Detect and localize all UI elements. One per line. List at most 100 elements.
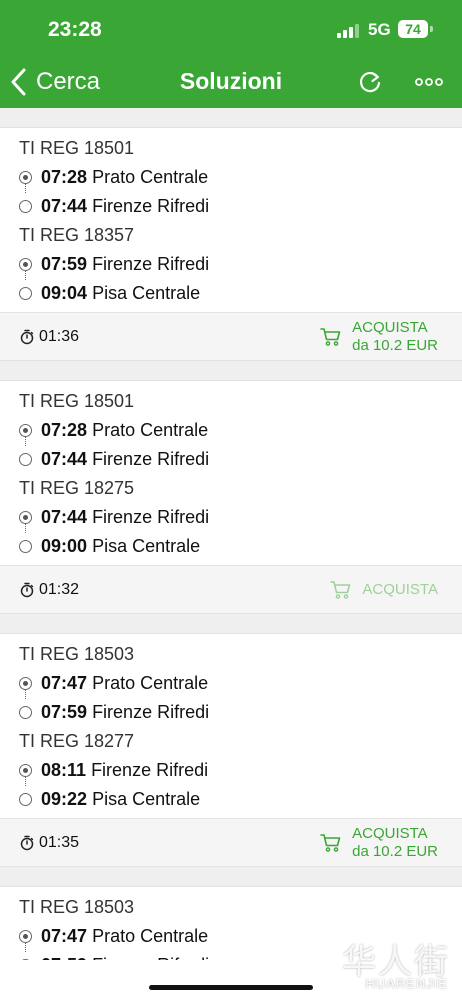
- refresh-icon: [360, 71, 381, 93]
- legs: TI REG 18501 07:28 Prato Centrale 07:44 Fi…: [0, 128, 462, 308]
- app-header: 23:28 5G 74 Cerca Soluzioni: [0, 0, 462, 108]
- arrival-dot: [19, 287, 32, 300]
- legs: TI REG 1850307:47 Prato Centrale07:59 Fi…: [0, 634, 462, 814]
- battery-tip: [430, 26, 433, 32]
- train-name: TI REG 18357: [19, 225, 135, 245]
- departure-dot: [19, 258, 32, 271]
- buy-price: da 10.2 EUR: [352, 842, 438, 860]
- departure-station: Firenze Rifredi: [92, 507, 210, 527]
- status-bar: 23:28 5G 74: [0, 0, 462, 56]
- solution-card[interactable]: TI REG 18501 07:28 Prato Centrale 07:44 Fi…: [0, 127, 462, 361]
- arrival-station: Pisa Centrale: [92, 283, 201, 303]
- arrival-time: 07:44: [41, 449, 88, 469]
- duration-value: 01:32: [39, 580, 80, 598]
- departure-station: Prato Centrale: [92, 673, 209, 693]
- arrival-dot: [19, 793, 32, 806]
- legs: TI REG 1850307:47 Prato Centrale07:59 Fi…: [0, 887, 462, 960]
- departure-dot: [19, 171, 32, 184]
- bottom-bar: [0, 960, 462, 1000]
- arrival-stop: 09:22 Pisa Centrale: [0, 785, 462, 814]
- departure-stop: 07:59 Firenze Rifredi: [0, 250, 462, 280]
- departure-time: 08:11: [41, 760, 87, 780]
- buy-button[interactable]: ACQUISTA da 10.2 EUR: [320, 819, 438, 866]
- arrival-station: Firenze Rifredi: [92, 196, 210, 216]
- cart-icon: [330, 580, 351, 599]
- leg: TI REG 18357 07:59 Firenze Rifredi 09:04 P…: [0, 221, 462, 308]
- arrival-time: 07:59: [41, 702, 88, 722]
- buy-label: ACQUISTA: [352, 824, 428, 842]
- arrival-stop: 09:00 Pisa Centrale: [0, 532, 462, 561]
- more-button[interactable]: [414, 68, 444, 96]
- arrival-time: 09:04: [41, 283, 88, 303]
- chevron-left-icon: [11, 68, 26, 96]
- train-name: TI REG 18501: [19, 391, 135, 411]
- departure-dot: [19, 424, 32, 437]
- duration: 01:32: [20, 566, 79, 613]
- arrival-stop: 07:44 Firenze Rifredi: [0, 445, 462, 474]
- departure-station: Prato Centrale: [92, 926, 209, 946]
- duration: 01:36: [20, 313, 79, 360]
- solutions-list[interactable]: TI REG 18501 07:28 Prato Centrale 07:44 Fi…: [0, 108, 462, 960]
- arrival-time: 09:00: [41, 536, 88, 556]
- buy-text: ACQUISTA da 10.2 EUR: [352, 825, 438, 861]
- buy-button[interactable]: ACQUISTA: [330, 566, 438, 613]
- arrival-dot: [19, 453, 32, 466]
- train-name: TI REG 18277: [19, 731, 135, 751]
- solution-footer: 01:32 ACQUISTA: [0, 565, 462, 613]
- departure-station: Firenze Rifredi: [92, 254, 210, 274]
- status-time: 23:28: [48, 18, 102, 41]
- duration-value: 01:36: [39, 327, 80, 345]
- departure-dot: [19, 677, 32, 690]
- arrival-station: Firenze Rifredi: [92, 702, 210, 722]
- leg: TI REG 1850307:47 Prato Centrale07:59 Fi…: [0, 640, 462, 727]
- arrival-dot: [19, 200, 32, 213]
- back-label: Cerca: [36, 68, 101, 95]
- departure-time: 07:47: [41, 926, 88, 946]
- duration: 01:35: [20, 819, 79, 866]
- arrival-dot: [19, 706, 32, 719]
- buy-price: da 10.2 EUR: [352, 336, 438, 354]
- back-button[interactable]: Cerca: [10, 56, 100, 108]
- departure-stop: 07:47 Prato Centrale: [0, 922, 462, 952]
- arrival-stop: 07:44 Firenze Rifredi: [0, 192, 462, 221]
- stopwatch-icon: [20, 835, 34, 850]
- departure-dot: [19, 511, 32, 524]
- departure-time: 07:44: [41, 507, 88, 527]
- arrival-station: Pisa Centrale: [92, 789, 201, 809]
- arrival-stop: 07:59 Firenze Rifredi: [0, 698, 462, 727]
- solution-card[interactable]: TI REG 18501 07:28 Prato Centrale 07:44 Fi…: [0, 380, 462, 614]
- arrival-time: 07:44: [41, 196, 88, 216]
- solution-card[interactable]: TI REG 1850307:47 Prato Centrale07:59 Fi…: [0, 886, 462, 960]
- departure-dot: [19, 930, 32, 943]
- solution-card[interactable]: TI REG 1850307:47 Prato Centrale07:59 Fi…: [0, 633, 462, 867]
- leg: TI REG 18501 07:28 Prato Centrale 07:44 Fi…: [0, 134, 462, 221]
- departure-stop: 07:44 Firenze Rifredi: [0, 503, 462, 533]
- leg: TI REG 18277 08:11 Firenze Rifredi 09:22 P…: [0, 727, 462, 814]
- arrival-station: Firenze Rifredi: [92, 449, 210, 469]
- more-icon: [415, 78, 443, 86]
- home-indicator[interactable]: [149, 985, 313, 990]
- signal-icon: [337, 22, 361, 38]
- departure-time: 07:28: [41, 167, 88, 187]
- departure-dot: [19, 764, 32, 777]
- buy-label: ACQUISTA: [352, 318, 428, 336]
- arrival-stop: 09:04 Pisa Centrale: [0, 279, 462, 308]
- buy-text: ACQUISTA da 10.2 EUR: [352, 319, 438, 355]
- buy-text: ACQUISTA: [362, 581, 438, 599]
- legs: TI REG 18501 07:28 Prato Centrale 07:44 Fi…: [0, 381, 462, 561]
- stopwatch-icon: [20, 329, 34, 344]
- arrival-time: 09:22: [41, 789, 88, 809]
- departure-stop: 07:47 Prato Centrale: [0, 669, 462, 699]
- nav-bar: Cerca Soluzioni: [0, 56, 462, 108]
- arrival-dot: [19, 540, 32, 553]
- departure-stop: 08:11 Firenze Rifredi: [0, 756, 462, 786]
- buy-button[interactable]: ACQUISTA da 10.2 EUR: [320, 313, 438, 360]
- departure-station: Firenze Rifredi: [91, 760, 209, 780]
- departure-station: Prato Centrale: [92, 420, 209, 440]
- departure-stop: 07:28 Prato Centrale: [0, 416, 462, 446]
- arrival-stop: 07:59 Firenze Rifredi: [0, 951, 462, 960]
- departure-time: 07:28: [41, 420, 88, 440]
- train-name: TI REG 18503: [19, 644, 135, 664]
- train-name: TI REG 18501: [19, 138, 135, 158]
- refresh-button[interactable]: [356, 68, 384, 96]
